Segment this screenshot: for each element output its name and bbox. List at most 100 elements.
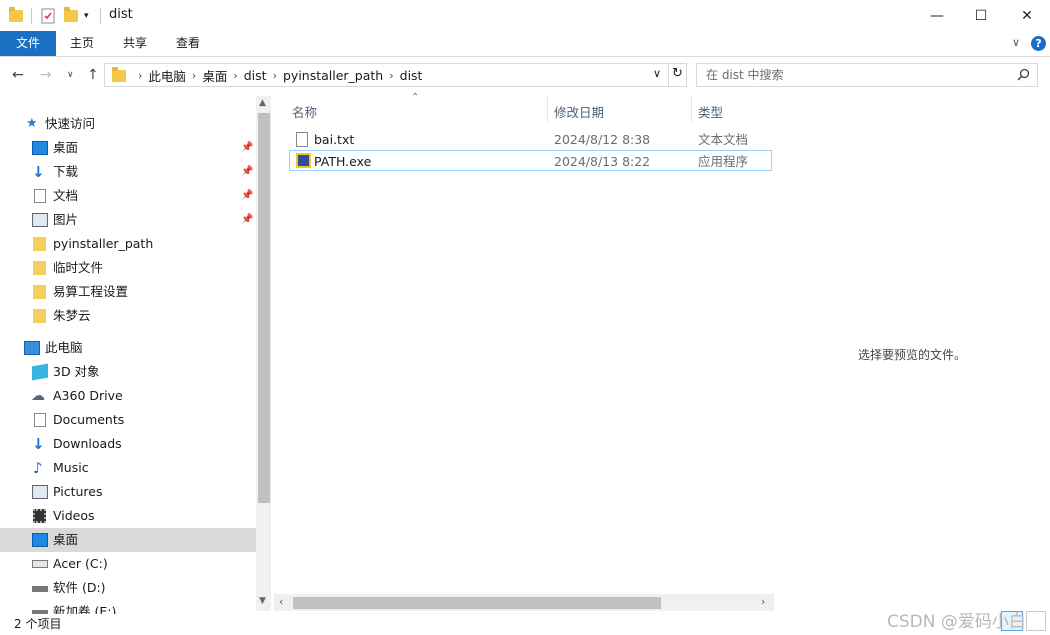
- navigation-pane: ★ 快速访问 桌面 📌 ↓ 下载 📌 文档 📌 图片 📌 pyinstaller…: [0, 96, 256, 614]
- nav-item-download[interactable]: ↓ 下载 📌: [0, 160, 256, 184]
- table-row-focused[interactable]: PATH.exe 2024/8/13 8:22 应用程序: [289, 150, 772, 171]
- nav-item-downloads-pc[interactable]: ↓ Downloads: [0, 432, 256, 456]
- maximize-button[interactable]: ☐: [958, 0, 1004, 31]
- back-arrow-icon[interactable]: ←: [12, 67, 24, 83]
- nav-label: 3D 对象: [53, 364, 100, 379]
- chevron-right-icon[interactable]: ›: [192, 69, 196, 82]
- large-icons-view-icon[interactable]: [1026, 611, 1046, 631]
- file-list: ⌃ 名称 修改日期 类型 bai.txt 2024/8/12 8:38 文本文档…: [274, 92, 774, 596]
- tab-view[interactable]: 查看: [168, 31, 208, 56]
- nav-item-zhu-mengyun[interactable]: 朱梦云: [0, 304, 256, 328]
- nav-item-drive-c[interactable]: Acer (C:): [0, 552, 256, 576]
- tab-home[interactable]: 主页: [62, 31, 102, 56]
- file-date: 2024/8/12 8:38: [554, 132, 651, 147]
- column-header-name[interactable]: 名称: [292, 102, 317, 121]
- breadcrumb-desktop[interactable]: 桌面: [202, 66, 227, 85]
- nav-item-videos[interactable]: Videos: [0, 504, 256, 528]
- music-icon: ♪: [33, 459, 43, 477]
- nav-item-a360-drive[interactable]: ☁ A360 Drive: [0, 384, 256, 408]
- customize-toolbar-icon[interactable]: ▾: [84, 7, 89, 25]
- column-header-type[interactable]: 类型: [698, 102, 723, 121]
- ribbon-expand-icon[interactable]: ∨: [1012, 36, 1020, 49]
- search-icon[interactable]: [1017, 68, 1030, 84]
- preview-pane: 选择要预览的文件。: [780, 96, 1050, 611]
- chevron-right-icon[interactable]: ›: [273, 69, 277, 82]
- column-divider[interactable]: [691, 96, 692, 122]
- breadcrumb-dist-current[interactable]: dist: [400, 68, 423, 83]
- folder-icon: [33, 285, 46, 299]
- nav-item-pictures-pc[interactable]: Pictures: [0, 480, 256, 504]
- nav-item-desktop-pc[interactable]: 桌面: [0, 528, 256, 552]
- folder-icon: [112, 66, 126, 82]
- breadcrumb-pyinstaller-path[interactable]: pyinstaller_path: [283, 68, 383, 83]
- text-file-icon: [296, 132, 308, 147]
- nav-label: 桌面: [53, 532, 79, 547]
- drive-icon: [32, 586, 48, 592]
- breadcrumb-this-pc[interactable]: 此电脑: [148, 66, 186, 85]
- nav-item-project-settings[interactable]: 易算工程设置: [0, 280, 256, 304]
- nav-item-desktop[interactable]: 桌面 📌: [0, 136, 256, 160]
- pin-icon[interactable]: 📌: [241, 160, 253, 184]
- nav-item-pyinstaller-path[interactable]: pyinstaller_path: [0, 232, 256, 256]
- nav-scrollbar-thumb[interactable]: [258, 113, 270, 503]
- recent-locations-icon[interactable]: ∨: [67, 70, 74, 80]
- pin-icon[interactable]: 📌: [241, 136, 253, 160]
- file-date: 2024/8/13 8:22: [554, 154, 651, 169]
- nav-label: 软件 (D:): [53, 580, 106, 595]
- nav-item-drive-e[interactable]: 新加卷 (E:): [0, 600, 256, 614]
- file-type: 应用程序: [698, 154, 749, 169]
- download-icon: ↓: [32, 163, 45, 181]
- scroll-down-icon[interactable]: ▼: [259, 596, 266, 606]
- pin-icon[interactable]: 📌: [241, 184, 253, 208]
- video-icon: [33, 509, 46, 523]
- nav-label: 新加卷 (E:): [53, 604, 117, 614]
- tab-share[interactable]: 共享: [115, 31, 155, 56]
- nav-this-pc[interactable]: 此电脑: [0, 336, 256, 360]
- nav-item-pictures[interactable]: 图片 📌: [0, 208, 256, 232]
- table-row[interactable]: bai.txt 2024/8/12 8:38 文本文档: [290, 129, 773, 150]
- nav-quick-access[interactable]: ★ 快速访问: [0, 112, 256, 136]
- properties-icon[interactable]: [40, 7, 56, 25]
- divider: [100, 8, 101, 24]
- chevron-right-icon[interactable]: ›: [233, 69, 237, 82]
- nav-item-3d-objects[interactable]: 3D 对象: [0, 360, 256, 384]
- close-button[interactable]: ✕: [1004, 0, 1050, 31]
- pin-icon[interactable]: 📌: [241, 208, 253, 232]
- forward-arrow-icon[interactable]: →: [40, 67, 52, 83]
- breadcrumb-dist[interactable]: dist: [244, 68, 267, 83]
- folder-icon: [33, 309, 46, 323]
- address-bar[interactable]: › 此电脑 › 桌面 › dist › pyinstaller_path › d…: [104, 63, 687, 87]
- scroll-right-icon[interactable]: ›: [761, 595, 765, 608]
- file-name: bai.txt: [314, 132, 355, 147]
- document-icon: [34, 413, 46, 427]
- nav-item-documents-pc[interactable]: Documents: [0, 408, 256, 432]
- scroll-up-icon[interactable]: ▲: [259, 98, 266, 108]
- desktop-icon: [32, 533, 48, 547]
- document-icon: [34, 189, 46, 203]
- window-title: dist: [109, 7, 133, 22]
- nav-label: Music: [53, 460, 89, 475]
- nav-label: Pictures: [53, 484, 103, 499]
- chevron-right-icon[interactable]: ›: [138, 69, 142, 82]
- help-icon[interactable]: ?: [1031, 36, 1046, 51]
- nav-label: 下载: [53, 164, 79, 179]
- scroll-left-icon[interactable]: ‹: [279, 595, 283, 608]
- column-divider[interactable]: [547, 96, 548, 122]
- exe-file-icon: [296, 153, 311, 168]
- up-arrow-icon[interactable]: ↑: [87, 67, 99, 83]
- nav-item-temp-files[interactable]: 临时文件: [0, 256, 256, 280]
- column-header-date[interactable]: 修改日期: [554, 102, 604, 121]
- nav-item-documents[interactable]: 文档 📌: [0, 184, 256, 208]
- nav-item-drive-d[interactable]: 软件 (D:): [0, 576, 256, 600]
- tab-file[interactable]: 文件: [0, 31, 56, 56]
- address-history-icon[interactable]: ∨: [653, 67, 661, 80]
- nav-label: Documents: [53, 412, 125, 427]
- search-input[interactable]: 在 dist 中搜索: [696, 63, 1038, 87]
- file-list-scrollbar-thumb[interactable]: [293, 597, 661, 609]
- minimize-button[interactable]: —: [914, 0, 960, 31]
- nav-item-music[interactable]: ♪ Music: [0, 456, 256, 480]
- new-folder-icon[interactable]: [64, 7, 78, 25]
- refresh-icon[interactable]: ↻: [672, 66, 683, 81]
- nav-label: 此电脑: [45, 340, 83, 355]
- chevron-right-icon[interactable]: ›: [389, 69, 393, 82]
